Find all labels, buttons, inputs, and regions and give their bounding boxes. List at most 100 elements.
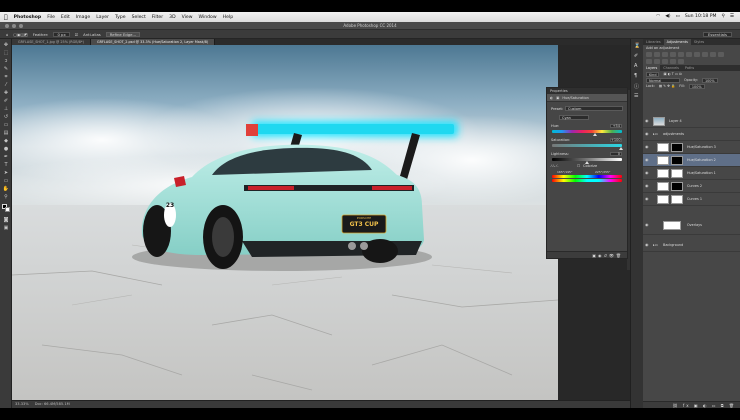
eyedropper-tool-icon[interactable]: ⁄ — [2, 82, 10, 89]
menu-help[interactable]: Help — [223, 15, 233, 20]
layer-group-row[interactable]: ◉ ▸▭ Background — [643, 239, 740, 252]
visibility-eye-icon[interactable]: ◉ — [645, 197, 650, 201]
levels-icon[interactable] — [654, 52, 660, 57]
menu-type[interactable]: Type — [115, 15, 126, 20]
type-tool-icon[interactable]: T — [2, 162, 10, 169]
tab-channels[interactable]: Channels — [660, 65, 682, 71]
filter-icons[interactable]: ▣ ◐ T ▭ ⧉ — [663, 72, 681, 76]
threshold-icon[interactable] — [662, 58, 668, 64]
layer-row[interactable]: ◉ Layer 4 — [643, 115, 740, 128]
battery-icon[interactable]: ▭ — [676, 14, 680, 19]
saturation-knob[interactable] — [619, 147, 623, 150]
hand-tool-icon[interactable]: ✋ — [2, 186, 10, 193]
doc-size[interactable]: Doc: 66.4M/585.1M — [35, 401, 70, 408]
lasso-tool-icon[interactable]: ↄ — [2, 58, 10, 65]
info-icon[interactable]: ⓘ — [634, 83, 639, 90]
visibility-eye-icon[interactable]: ◉ — [645, 119, 650, 123]
blur-tool-icon[interactable]: ◆ — [2, 138, 10, 145]
hue-value[interactable]: +54 — [610, 124, 622, 128]
apple-icon[interactable]:  — [4, 14, 8, 21]
marquee-tool-icon[interactable]: ⬚ — [2, 50, 10, 57]
tab-paths[interactable]: Paths — [682, 65, 697, 71]
channel-mixer-icon[interactable] — [718, 52, 724, 57]
zoom-tool-icon[interactable]: ⚲ — [2, 194, 10, 201]
eraser-tool-icon[interactable]: ▭ — [2, 122, 10, 129]
color-swatches[interactable] — [2, 204, 10, 213]
preset-select[interactable]: Custom — [565, 106, 623, 111]
layer-group-row[interactable]: ◉ ▸▭ adjustments — [643, 128, 740, 141]
exposure-icon[interactable] — [670, 52, 676, 57]
posterize-icon[interactable] — [654, 58, 660, 64]
fill-input[interactable]: 100% — [688, 83, 705, 89]
menu-window[interactable]: Window — [199, 15, 217, 20]
visibility-eye-icon[interactable]: ◉ — [645, 243, 650, 247]
mask-icon[interactable]: ▣ — [556, 94, 559, 102]
menu-3d[interactable]: 3D — [169, 15, 175, 20]
antialias-checkbox[interactable]: ☑ — [75, 32, 78, 37]
color-balance-icon[interactable] — [694, 52, 700, 57]
layer-row[interactable]: ◉ Hue/Saturation 3 — [643, 141, 740, 154]
tab-layers[interactable]: Layers — [643, 65, 661, 71]
hue-knob[interactable] — [593, 133, 597, 136]
properties-footer-icons[interactable]: ▣◉↺👁🗑 — [592, 253, 623, 258]
tab-styles[interactable]: Styles — [691, 39, 707, 45]
shape-tool-icon[interactable]: ▭ — [2, 178, 10, 185]
quick-select-tool-icon[interactable]: ✎ — [2, 66, 10, 73]
workspace-select[interactable]: Essentials — [702, 32, 732, 37]
brightness-icon[interactable] — [646, 52, 652, 57]
refine-edge-button[interactable]: Refine Edge... — [105, 31, 141, 37]
visibility-eye-icon[interactable]: ◉ — [645, 184, 650, 188]
screen-mode-icon[interactable]: ▣ — [2, 225, 10, 232]
menu-list-icon[interactable]: ☰ — [730, 14, 734, 19]
menu-layer[interactable]: Layer — [96, 15, 109, 20]
layers-footer-icons[interactable]: ⛓ fx ▣ ◐ ▭ ⧉ 🗑 — [673, 403, 736, 408]
gradient-map-icon[interactable] — [670, 58, 676, 64]
volume-icon[interactable]: ◀) — [665, 14, 670, 19]
menu-select[interactable]: Select — [132, 15, 146, 20]
visibility-eye-icon[interactable]: ◉ — [645, 158, 650, 162]
saturation-slider[interactable] — [552, 144, 622, 147]
brush-tool-icon[interactable]: ✐ — [2, 98, 10, 105]
visibility-eye-icon[interactable]: ◉ — [645, 223, 650, 227]
path-select-tool-icon[interactable]: ➤ — [2, 170, 10, 177]
blend-mode-select[interactable]: Normal — [646, 77, 680, 83]
color-range-bar-bottom[interactable] — [552, 179, 622, 182]
menu-edit[interactable]: Edit — [61, 15, 70, 20]
saturation-value[interactable]: +100 — [610, 138, 622, 142]
feather-input[interactable]: 0 px — [53, 31, 70, 37]
app-menu[interactable]: Photoshop — [14, 15, 42, 20]
history-brush-tool-icon[interactable]: ↺ — [2, 114, 10, 121]
photo-filter-icon[interactable] — [710, 52, 716, 57]
invert-icon[interactable] — [646, 58, 652, 64]
crop-tool-icon[interactable]: ⌗ — [2, 74, 10, 81]
zoom-level[interactable]: 33.33% — [15, 401, 29, 408]
layer-row-selected[interactable]: ◉ Hue/Saturation 2 — [643, 154, 740, 167]
curves-icon[interactable] — [662, 52, 668, 57]
visibility-eye-icon[interactable]: ◉ — [645, 145, 650, 149]
hue-saturation-icon[interactable] — [686, 52, 692, 57]
layer-kind-select[interactable]: Kind — [646, 71, 660, 77]
menu-filter[interactable]: Filter — [152, 15, 163, 20]
properties-icon[interactable]: ☰ — [634, 93, 638, 99]
eyedropper-icons[interactable]: ⁄ ⁄₊ ⁄₋ — [551, 164, 559, 168]
gradient-tool-icon[interactable]: ▤ — [2, 130, 10, 137]
lightness-value[interactable]: 0 — [610, 152, 622, 156]
black-white-icon[interactable] — [702, 52, 708, 57]
pen-tool-icon[interactable]: ✒ — [2, 154, 10, 161]
channel-select[interactable]: Cyan — [559, 115, 589, 120]
tool-preset-icon[interactable]: ⌂ — [6, 32, 8, 37]
dodge-tool-icon[interactable]: ● — [2, 146, 10, 153]
layer-row[interactable]: ◉ Hue/Saturation 1 — [643, 167, 740, 180]
wifi-icon[interactable]: ◠ — [656, 14, 660, 19]
menu-view[interactable]: View — [182, 15, 193, 20]
quick-mask-icon[interactable]: ◙ — [2, 217, 10, 224]
clock[interactable]: Sun 10:18 PM — [685, 14, 717, 19]
colorize-checkbox[interactable]: ☐ — [577, 164, 580, 168]
selective-color-icon[interactable] — [678, 58, 684, 64]
opacity-input[interactable]: 100% — [701, 77, 718, 83]
menu-file[interactable]: File — [47, 15, 55, 20]
history-icon[interactable]: ⌛ — [634, 43, 640, 49]
layer-row[interactable]: ◉ Overlays — [643, 219, 740, 235]
selection-mode-icons[interactable]: ▢▣◫◩ — [13, 32, 27, 37]
vibrance-icon[interactable] — [678, 52, 684, 57]
